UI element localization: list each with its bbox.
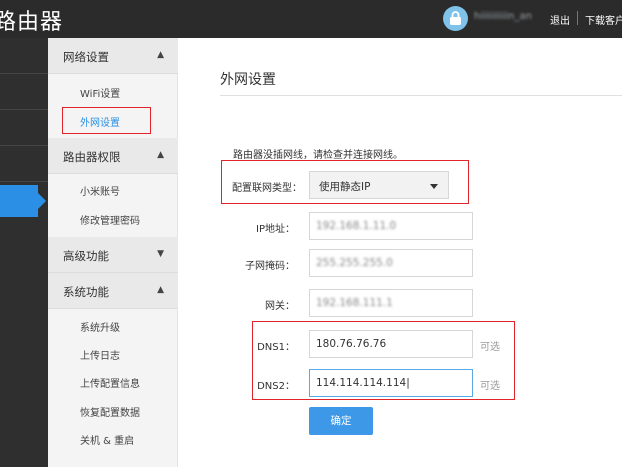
sidebar-item-upgrade[interactable]: 系统升级 xyxy=(80,319,120,334)
sidebar-item-upload-config[interactable]: 上传配置信息 xyxy=(80,375,140,390)
download-client-link[interactable]: 下载客户端 xyxy=(585,12,622,27)
confirm-button[interactable]: 确定 xyxy=(309,407,373,435)
gateway-value: 192.168.111.1 xyxy=(316,297,393,309)
dns1-value: 180.76.76.76 xyxy=(316,338,387,350)
nav-slot[interactable] xyxy=(0,74,48,110)
subnet-mask-input[interactable]: 255.255.255.0 xyxy=(309,249,473,277)
main-panel: 外网设置 路由器没插网线，请检查并连接网线。 配置联网类型： 使用静态IP IP… xyxy=(178,38,622,467)
divider xyxy=(577,11,578,25)
main-nav xyxy=(0,38,48,467)
top-bar: 路由器 hiiiiiiiiiin_an 退出 下载客户端 xyxy=(0,0,622,38)
sidebar-item-change-password[interactable]: 修改管理密码 xyxy=(80,212,140,227)
dns2-input[interactable]: 114.114.114.114| xyxy=(309,369,473,397)
gateway-label: 网关： xyxy=(265,301,295,312)
conn-type-label: 配置联网类型： xyxy=(232,183,302,194)
sidebar-item-wifi[interactable]: WiFi设置 xyxy=(80,85,120,100)
nav-item-settings-active[interactable] xyxy=(0,185,38,217)
settings-sidebar: 网络设置 ▲ WiFi设置 外网设置 路由器权限 ▲ 小米账号 修改管理密码 高… xyxy=(48,38,178,467)
ip-label: IP地址： xyxy=(256,224,295,235)
section-title: 系统功能 xyxy=(63,285,109,299)
page-title: 外网设置 xyxy=(220,72,276,88)
sidebar-item-shutdown-restart[interactable]: 关机 & 重启 xyxy=(80,432,134,447)
dns2-value: 114.114.114.114 xyxy=(316,377,407,389)
logout-link[interactable]: 退出 xyxy=(550,12,570,27)
conn-type-value: 使用静态IP xyxy=(319,181,371,193)
sidebar-item-mi-account[interactable]: 小米账号 xyxy=(80,183,120,198)
section-system[interactable]: 系统功能 ▲ xyxy=(48,273,178,309)
conn-type-select[interactable]: 使用静态IP xyxy=(309,171,449,199)
chevron-up-icon: ▲ xyxy=(157,50,164,60)
dns2-label: DNS2： xyxy=(257,381,295,392)
dns1-label: DNS1： xyxy=(257,342,295,353)
active-pointer xyxy=(38,193,46,209)
brand-title: 路由器 xyxy=(0,10,64,35)
dns1-input[interactable]: 180.76.76.76 xyxy=(309,330,473,358)
section-network[interactable]: 网络设置 ▲ xyxy=(48,38,178,74)
dropdown-arrow-icon xyxy=(430,184,438,189)
chevron-down-icon: ▼ xyxy=(157,249,164,259)
section-title: 网络设置 xyxy=(63,50,109,64)
section-router-permissions[interactable]: 路由器权限 ▲ xyxy=(48,138,178,174)
ip-value: 192.168.1.11.0 xyxy=(316,220,397,232)
username: hiiiiiiiiiin_an xyxy=(474,11,532,22)
nav-slot[interactable] xyxy=(0,38,48,74)
text-cursor: | xyxy=(406,377,410,389)
dns2-optional-hint: 可选 xyxy=(480,381,500,392)
notice-text: 路由器没插网线，请检查并连接网线。 xyxy=(233,150,403,161)
subnet-mask-label: 子网掩码： xyxy=(245,261,295,272)
section-title: 高级功能 xyxy=(63,249,109,263)
ip-input[interactable]: 192.168.1.11.0 xyxy=(309,212,473,240)
sidebar-item-upload-log[interactable]: 上传日志 xyxy=(80,347,120,362)
section-title: 路由器权限 xyxy=(63,150,121,164)
chevron-up-icon: ▲ xyxy=(157,285,164,295)
dns1-optional-hint: 可选 xyxy=(480,342,500,353)
section-advanced[interactable]: 高级功能 ▼ xyxy=(48,237,178,273)
highlight-box xyxy=(62,107,151,134)
nav-slot[interactable] xyxy=(0,146,48,182)
chevron-up-icon: ▲ xyxy=(157,150,164,160)
sidebar-item-restore-config[interactable]: 恢复配置数据 xyxy=(80,404,140,419)
nav-slot[interactable] xyxy=(0,110,48,146)
title-divider xyxy=(220,95,622,96)
subnet-mask-value: 255.255.255.0 xyxy=(316,257,393,269)
lock-icon[interactable] xyxy=(443,6,468,31)
gateway-input[interactable]: 192.168.111.1 xyxy=(309,289,473,317)
